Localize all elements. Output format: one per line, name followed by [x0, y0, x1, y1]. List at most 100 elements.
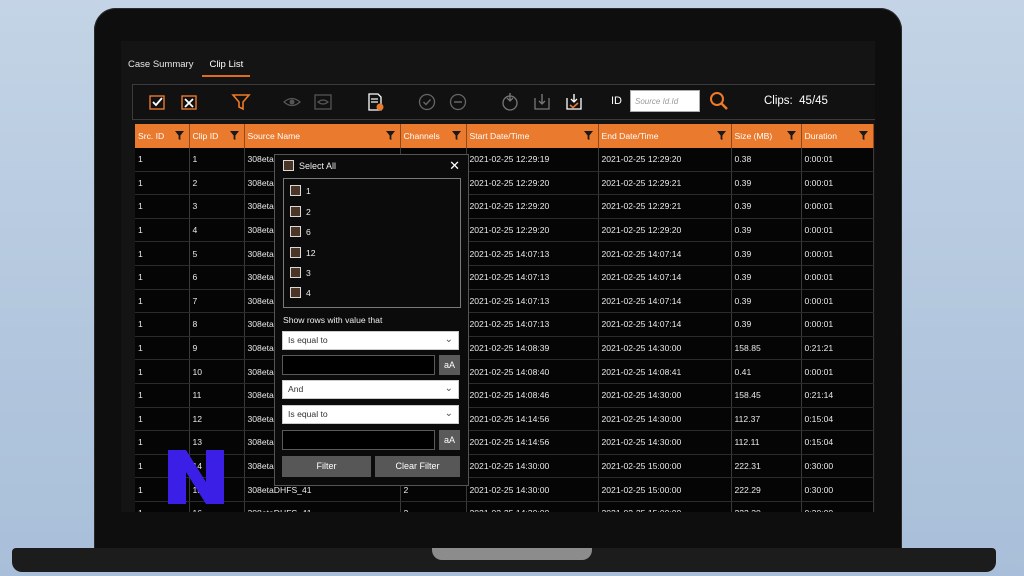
table-cell: 2021-02-25 14:07:13 [466, 312, 599, 337]
download-checked-file-icon[interactable] [564, 92, 584, 112]
logo [166, 448, 226, 506]
filter-value-input-2[interactable] [282, 430, 435, 450]
table-row[interactable]: 1 6 308eta 2021-02-25 14:07:13 2021-02-25 14… [135, 265, 874, 290]
checkbox-icon[interactable] [283, 160, 294, 171]
chevron-down-icon: ⌄ [444, 408, 453, 419]
show-rows-label: Show rows with value that [283, 315, 383, 325]
table-cell: 2021-02-25 14:08:41 [598, 359, 732, 384]
clear-filter-button[interactable]: Clear Filter [375, 456, 460, 477]
table-row[interactable]: 1 1 308eta 2021-02-25 12:29:19 2021-02-25 12… [135, 148, 874, 172]
table-cell: 1 [135, 312, 190, 337]
checkbox-icon[interactable] [290, 206, 301, 217]
column-filter-icon[interactable] [583, 131, 593, 140]
table-cell: 0.38 [731, 148, 802, 172]
column-filter-icon[interactable] [385, 131, 395, 140]
operator-select-2[interactable]: Is equal to ⌄ [282, 405, 459, 424]
checkbox-icon[interactable] [290, 185, 301, 196]
match-case-button-1[interactable]: aA [439, 355, 460, 375]
column-header[interactable]: Source Name [244, 124, 401, 148]
checkbox-icon[interactable] [290, 287, 301, 298]
filter-popup: Select All ✕ 1 2 6 12 3 4 Show rows with… [274, 154, 469, 486]
table-row[interactable]: 1 9 308eta 2021-02-25 14:08:39 2021-02-25 14… [135, 336, 874, 361]
select-all-checkbox[interactable]: Select All [283, 160, 336, 171]
table-row[interactable]: 1 3 308eta 2021-02-25 12:29:20 2021-02-25 12… [135, 194, 874, 219]
download-file-icon[interactable] [532, 92, 552, 112]
column-header[interactable]: End Date/Time [598, 124, 732, 148]
table-row[interactable]: 1 2 308eta 2021-02-25 12:29:20 2021-02-25 12… [135, 171, 874, 196]
filter-button[interactable]: Filter [282, 456, 371, 477]
search-icon[interactable] [709, 91, 729, 111]
checkbox-icon[interactable] [290, 226, 301, 237]
table-row[interactable]: 115308etaDHFS_4122021-02-25 14:30:002021… [135, 477, 874, 502]
table-cell: 0:30:00 [801, 477, 874, 502]
table-cell: 0.39 [731, 289, 802, 314]
filter-value-input-1[interactable] [282, 355, 435, 375]
filter-icon[interactable] [231, 92, 251, 112]
column-filter-icon[interactable] [174, 131, 184, 140]
column-filter-icon[interactable] [229, 131, 239, 140]
tab-clip-list[interactable]: Clip List [202, 55, 251, 77]
toolbar: ID Clips: 45/45 [132, 84, 875, 120]
table-cell: 2021-02-25 14:07:13 [466, 241, 599, 266]
check-all-icon[interactable] [147, 92, 167, 112]
column-header[interactable]: Duration [801, 124, 874, 148]
column-header[interactable]: Channels [400, 124, 467, 148]
column-header[interactable]: Size (MB) [731, 124, 802, 148]
table-row[interactable]: 1 4 308eta 2021-02-25 12:29:20 2021-02-25 12… [135, 218, 874, 243]
filter-value-item[interactable]: 6 [290, 226, 311, 237]
table-row[interactable]: 1 13 308eta 2021-02-25 14:14:56 2021-02-25 1… [135, 430, 874, 455]
column-header[interactable]: Clip ID [189, 124, 245, 148]
table-row[interactable]: 1 5 308eta 2021-02-25 14:07:13 2021-02-25 14… [135, 241, 874, 266]
column-filter-icon[interactable] [451, 131, 461, 140]
table-row[interactable]: 1 7 308eta 2021-02-25 14:07:13 2021-02-25 14… [135, 289, 874, 314]
column-header[interactable]: Start Date/Time [466, 124, 599, 148]
filter-value-item[interactable]: 12 [290, 247, 316, 258]
table-cell: 0:21:14 [801, 383, 874, 408]
close-icon[interactable]: ✕ [449, 158, 460, 174]
preview-icon[interactable] [313, 92, 333, 112]
table-cell: 2021-02-25 12:29:19 [466, 148, 599, 172]
filter-value-label: 3 [306, 267, 311, 278]
filter-value-item[interactable]: 4 [290, 287, 311, 298]
checkbox-icon[interactable] [290, 267, 301, 278]
column-header-label: Size (MB) [734, 131, 773, 141]
table-row[interactable]: 1 8 308eta 2021-02-25 14:07:13 2021-02-25 14… [135, 312, 874, 337]
table-cell: 4 [189, 218, 245, 243]
uncheck-all-icon[interactable] [179, 92, 199, 112]
table-cell: 2021-02-25 14:08:39 [466, 336, 599, 361]
download-check-icon[interactable] [500, 92, 520, 112]
checkbox-icon[interactable] [290, 247, 301, 258]
column-filter-icon[interactable] [858, 131, 868, 140]
table-row[interactable]: 1 10 308eta 2021-02-25 14:08:40 2021-02-25 1… [135, 359, 874, 384]
column-header-label: Channels [403, 131, 440, 141]
eye-icon[interactable] [282, 92, 302, 112]
table-cell: 1 [135, 289, 190, 314]
filter-value-item[interactable]: 3 [290, 267, 311, 278]
filter-value-item[interactable]: 2 [290, 206, 311, 217]
filter-value-label: 6 [306, 226, 311, 237]
match-case-button-2[interactable]: aA [439, 430, 460, 450]
operator-select-1[interactable]: Is equal to ⌄ [282, 331, 459, 350]
table-cell: 2021-02-25 12:29:21 [598, 171, 732, 196]
table-cell: 0:30:00 [801, 501, 874, 512]
table-cell: 0:00:01 [801, 265, 874, 290]
column-filter-icon[interactable] [716, 131, 726, 140]
table-row[interactable]: 1 14 308eta 2021-02-25 14:30:00 2021-02-25 1… [135, 454, 874, 479]
filter-value-item[interactable]: 1 [290, 185, 311, 196]
table-cell: 11 [189, 383, 245, 408]
table-cell: 0.39 [731, 312, 802, 337]
table-row[interactable]: 116308etaDHFS_4122021-02-25 14:30:002021… [135, 501, 874, 512]
table-cell: 2021-02-25 14:08:46 [466, 383, 599, 408]
circle-minus-icon[interactable] [448, 92, 468, 112]
table-cell: 222.31 [731, 454, 802, 479]
table-cell: 2021-02-25 14:07:14 [598, 265, 732, 290]
source-id-input[interactable] [630, 90, 700, 112]
tab-case-summary[interactable]: Case Summary [121, 55, 200, 77]
report-icon[interactable] [365, 92, 385, 112]
column-filter-icon[interactable] [786, 131, 796, 140]
column-header[interactable]: Src. ID [135, 124, 190, 148]
logic-select[interactable]: And ⌄ [282, 380, 459, 399]
circle-check-icon[interactable] [417, 92, 437, 112]
table-row[interactable]: 1 11 308eta 2021-02-25 14:08:46 2021-02-25 1… [135, 383, 874, 408]
table-row[interactable]: 1 12 308eta 2021-02-25 14:14:56 2021-02-25 1… [135, 407, 874, 432]
